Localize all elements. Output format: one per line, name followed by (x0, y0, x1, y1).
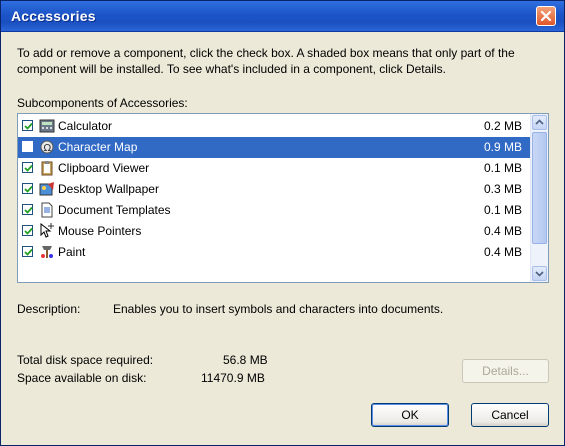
chevron-down-icon (535, 271, 544, 277)
check-icon (24, 164, 33, 172)
character-map-icon: Ω (40, 140, 54, 154)
list-item[interactable]: Desktop Wallpaper 0.3 MB (18, 179, 530, 200)
item-size: 0.3 MB (483, 182, 522, 196)
total-space-label: Total disk space required: (17, 353, 154, 367)
checkbox[interactable] (22, 141, 33, 152)
cancel-button[interactable]: Cancel (471, 403, 549, 427)
check-icon (24, 248, 33, 256)
list-item[interactable]: Mouse Pointers 0.4 MB (18, 221, 530, 242)
item-name: Desktop Wallpaper (58, 182, 159, 196)
paint-icon (41, 246, 53, 258)
item-size: 0.9 MB (483, 140, 522, 154)
checkbox[interactable] (22, 246, 33, 257)
svg-text:Ω: Ω (44, 143, 52, 154)
list-item[interactable]: Calculator 0.2 MB (18, 116, 530, 137)
check-icon (24, 206, 33, 214)
item-name: Clipboard Viewer (58, 161, 150, 175)
close-button[interactable] (536, 6, 556, 26)
scroll-thumb[interactable] (532, 132, 547, 244)
subcomponents-list[interactable]: Calculator 0.2 MB Ω Character Map 0.9 MB… (17, 113, 549, 283)
list-item[interactable]: Document Templates 0.1 MB (18, 200, 530, 221)
item-name: Character Map (58, 140, 138, 154)
chevron-up-icon (535, 119, 544, 125)
item-size: 0.1 MB (483, 161, 522, 175)
mouse-pointer-icon (40, 223, 54, 238)
clipboard-icon (41, 161, 53, 176)
list-item[interactable]: Clipboard Viewer 0.1 MB (18, 158, 530, 179)
scroll-up-button[interactable] (532, 115, 547, 130)
available-space-label: Space available on disk: (17, 371, 147, 385)
check-icon (24, 122, 33, 130)
item-size: 0.2 MB (483, 119, 522, 133)
ok-button[interactable]: OK (371, 403, 449, 427)
item-size: 0.4 MB (483, 224, 522, 238)
close-icon (540, 10, 552, 22)
checkbox[interactable] (22, 225, 33, 236)
list-item[interactable]: Paint 0.4 MB (18, 242, 530, 263)
accessories-dialog: Accessories To add or remove a component… (0, 0, 565, 446)
subcomponents-label: Subcomponents of Accessories: (17, 96, 188, 110)
list-item[interactable]: Ω Character Map 0.9 MB (18, 137, 530, 158)
check-icon (24, 227, 33, 235)
item-name: Paint (58, 245, 86, 259)
vertical-scrollbar[interactable] (530, 114, 548, 282)
checkbox[interactable] (22, 183, 33, 194)
instructions-text: To add or remove a component, click the … (17, 46, 515, 76)
available-space-value: 11470.9 MB (201, 371, 265, 385)
scroll-down-button[interactable] (532, 266, 547, 281)
wallpaper-icon (39, 182, 54, 196)
window-title: Accessories (11, 8, 96, 24)
description-label: Description: (17, 302, 81, 316)
description-text: Enables you to insert symbols and charac… (113, 302, 444, 316)
checkbox[interactable] (22, 204, 33, 215)
checkbox[interactable] (22, 120, 33, 131)
item-name: Mouse Pointers (58, 224, 142, 238)
document-icon (41, 202, 53, 218)
item-size: 0.4 MB (483, 245, 522, 259)
item-name: Document Templates (58, 203, 171, 217)
check-icon (24, 185, 33, 193)
item-name: Calculator (58, 119, 113, 133)
details-button[interactable]: Details... (462, 359, 549, 383)
calculator-icon (39, 119, 55, 133)
title-bar[interactable]: Accessories (1, 1, 564, 32)
item-size: 0.1 MB (483, 203, 522, 217)
total-space-value: 56.8 MB (223, 353, 268, 367)
checkbox[interactable] (22, 162, 33, 173)
